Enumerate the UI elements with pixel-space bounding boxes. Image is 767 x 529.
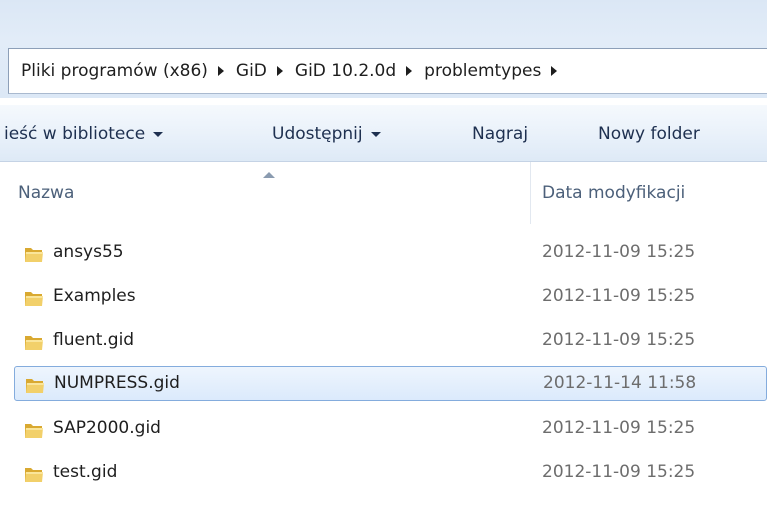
include-in-library-button[interactable]: ieść w bibliotece [4, 105, 164, 163]
file-row[interactable]: SAP2000.gid 2012-11-09 15:25 [14, 412, 767, 447]
share-button[interactable]: Udostępnij [272, 105, 381, 163]
breadcrumb-item-gid-version[interactable]: GiD 10.2.0d [293, 61, 398, 81]
breadcrumb-item-program-files[interactable]: Pliki programów (x86) [19, 61, 210, 81]
burn-button[interactable]: Nagraj [472, 105, 528, 163]
file-name: Examples [53, 286, 136, 306]
file-row-selected[interactable]: NUMPRESS.gid 2012-11-14 11:58 [14, 366, 767, 401]
folder-icon [25, 424, 43, 438]
file-date: 2012-11-09 15:25 [542, 242, 696, 262]
column-header-name[interactable]: Nazwa [0, 162, 530, 224]
breadcrumb-item-problemtypes[interactable]: problemtypes [422, 61, 543, 81]
file-date: 2012-11-09 15:25 [542, 286, 696, 306]
file-row[interactable]: ansys55 2012-11-09 15:25 [14, 236, 767, 271]
folder-icon [25, 468, 43, 482]
include-in-library-label: ieść w bibliotece [4, 124, 146, 144]
folder-icon [25, 248, 43, 262]
breadcrumb-separator-icon[interactable] [406, 66, 413, 76]
column-header-date-label: Data modyfikacji [542, 183, 686, 203]
explorer-window: Pliki programów (x86) GiD GiD 10.2.0d pr… [0, 0, 767, 529]
burn-label: Nagraj [472, 124, 529, 144]
file-date: 2012-11-09 15:25 [542, 330, 696, 350]
column-headers: Nazwa Data modyfikacji [0, 162, 767, 224]
breadcrumb-separator-icon[interactable] [217, 66, 224, 76]
file-date: 2012-11-14 11:58 [543, 373, 697, 393]
new-folder-button[interactable]: Nowy folder [598, 105, 700, 163]
command-bar: ieść w bibliotece Udostępnij Nagraj Nowy… [0, 104, 767, 162]
file-date: 2012-11-09 15:25 [542, 418, 696, 438]
chevron-down-icon [370, 131, 381, 137]
column-header-name-label: Nazwa [18, 183, 75, 203]
file-row[interactable]: Examples 2012-11-09 15:25 [14, 280, 767, 315]
folder-icon [26, 379, 44, 393]
breadcrumb-separator-icon[interactable] [276, 66, 283, 76]
file-row[interactable]: fluent.gid 2012-11-09 15:25 [14, 324, 767, 359]
file-name: NUMPRESS.gid [54, 373, 180, 393]
breadcrumb-item-gid[interactable]: GiD [234, 61, 269, 81]
breadcrumb: Pliki programów (x86) GiD GiD 10.2.0d pr… [19, 49, 567, 93]
file-name: ansys55 [53, 242, 124, 262]
folder-icon [25, 336, 43, 350]
chevron-down-icon [153, 131, 164, 137]
new-folder-label: Nowy folder [598, 124, 700, 144]
file-date: 2012-11-09 15:25 [542, 462, 696, 482]
top-chrome: Pliki programów (x86) GiD GiD 10.2.0d pr… [0, 0, 767, 98]
file-row[interactable]: test.gid 2012-11-09 15:25 [14, 456, 767, 491]
sort-ascending-icon [263, 172, 275, 178]
address-bar[interactable]: Pliki programów (x86) GiD GiD 10.2.0d pr… [8, 48, 767, 94]
file-name: SAP2000.gid [53, 418, 161, 438]
breadcrumb-separator-icon[interactable] [551, 66, 558, 76]
folder-icon [25, 292, 43, 306]
file-name: test.gid [53, 462, 118, 482]
column-header-date[interactable]: Data modyfikacji [531, 162, 767, 224]
file-name: fluent.gid [53, 330, 135, 350]
share-label: Udostępnij [272, 124, 363, 144]
